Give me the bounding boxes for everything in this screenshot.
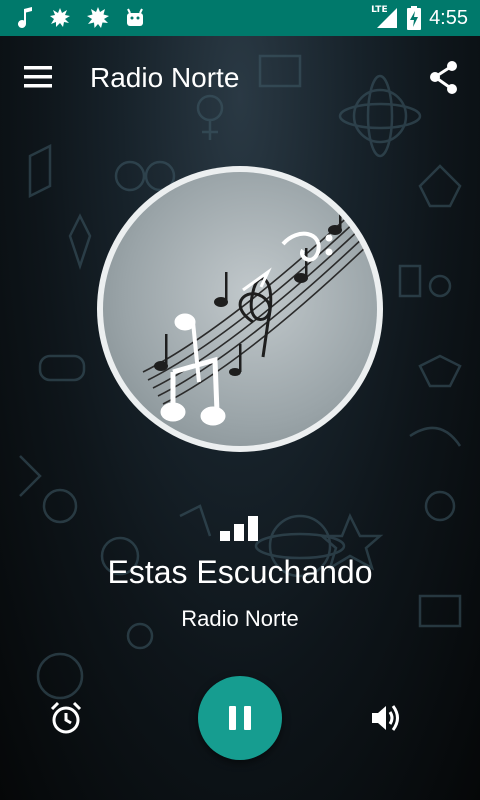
clock: 4:55 xyxy=(429,6,468,29)
android-icon xyxy=(127,8,143,26)
station-name: Radio Norte xyxy=(181,606,299,631)
app-title: Radio Norte xyxy=(90,62,240,93)
pause-icon xyxy=(229,706,236,730)
notification-icons xyxy=(0,6,146,30)
battery-charging-icon xyxy=(407,6,422,30)
splat-icon xyxy=(87,7,109,28)
volume-up-icon[interactable] xyxy=(368,700,406,736)
music-notes-artwork xyxy=(103,172,377,446)
music-note-icon xyxy=(18,7,32,28)
pause-button[interactable] xyxy=(198,676,282,760)
album-art-frame xyxy=(97,166,383,452)
player-screen: Radio Norte Estas Escuchando Radio Norte xyxy=(0,36,480,800)
music-notes-icon xyxy=(121,198,370,426)
hamburger-menu-icon[interactable] xyxy=(22,62,58,92)
now-playing-label: Estas Escuchando xyxy=(107,554,373,590)
alarm-clock-icon[interactable] xyxy=(48,700,84,736)
app-bar: Radio Norte xyxy=(0,36,480,120)
splat-icon xyxy=(50,8,70,27)
signal-icon xyxy=(377,8,398,28)
signal-strength: LTE xyxy=(371,5,399,30)
status-icons: LTE 4:55 xyxy=(371,0,468,36)
pause-icon-bar xyxy=(244,706,251,730)
signal-bars-icon xyxy=(220,516,258,541)
share-icon[interactable] xyxy=(428,60,460,96)
status-bar: LTE 4:55 xyxy=(0,0,480,36)
